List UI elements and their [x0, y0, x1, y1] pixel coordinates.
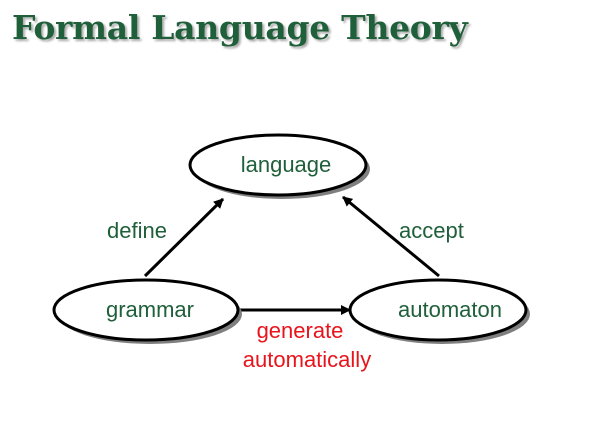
edge-label-generate: generate	[257, 318, 344, 343]
node-automaton: automaton	[348, 278, 530, 344]
node-automaton-label: automaton	[398, 297, 502, 322]
edge-label-accept: accept	[399, 218, 464, 243]
edge-label-automatically: automatically	[243, 347, 371, 372]
node-grammar-label: grammar	[106, 297, 194, 322]
diagram: language grammar automaton define accept…	[52, 133, 530, 372]
slide: Formal Language Theory language grammar	[0, 0, 600, 430]
node-language-label: language	[241, 152, 332, 177]
node-grammar: grammar	[52, 278, 242, 344]
node-language: language	[188, 133, 370, 199]
edge-label-define: define	[107, 218, 167, 243]
